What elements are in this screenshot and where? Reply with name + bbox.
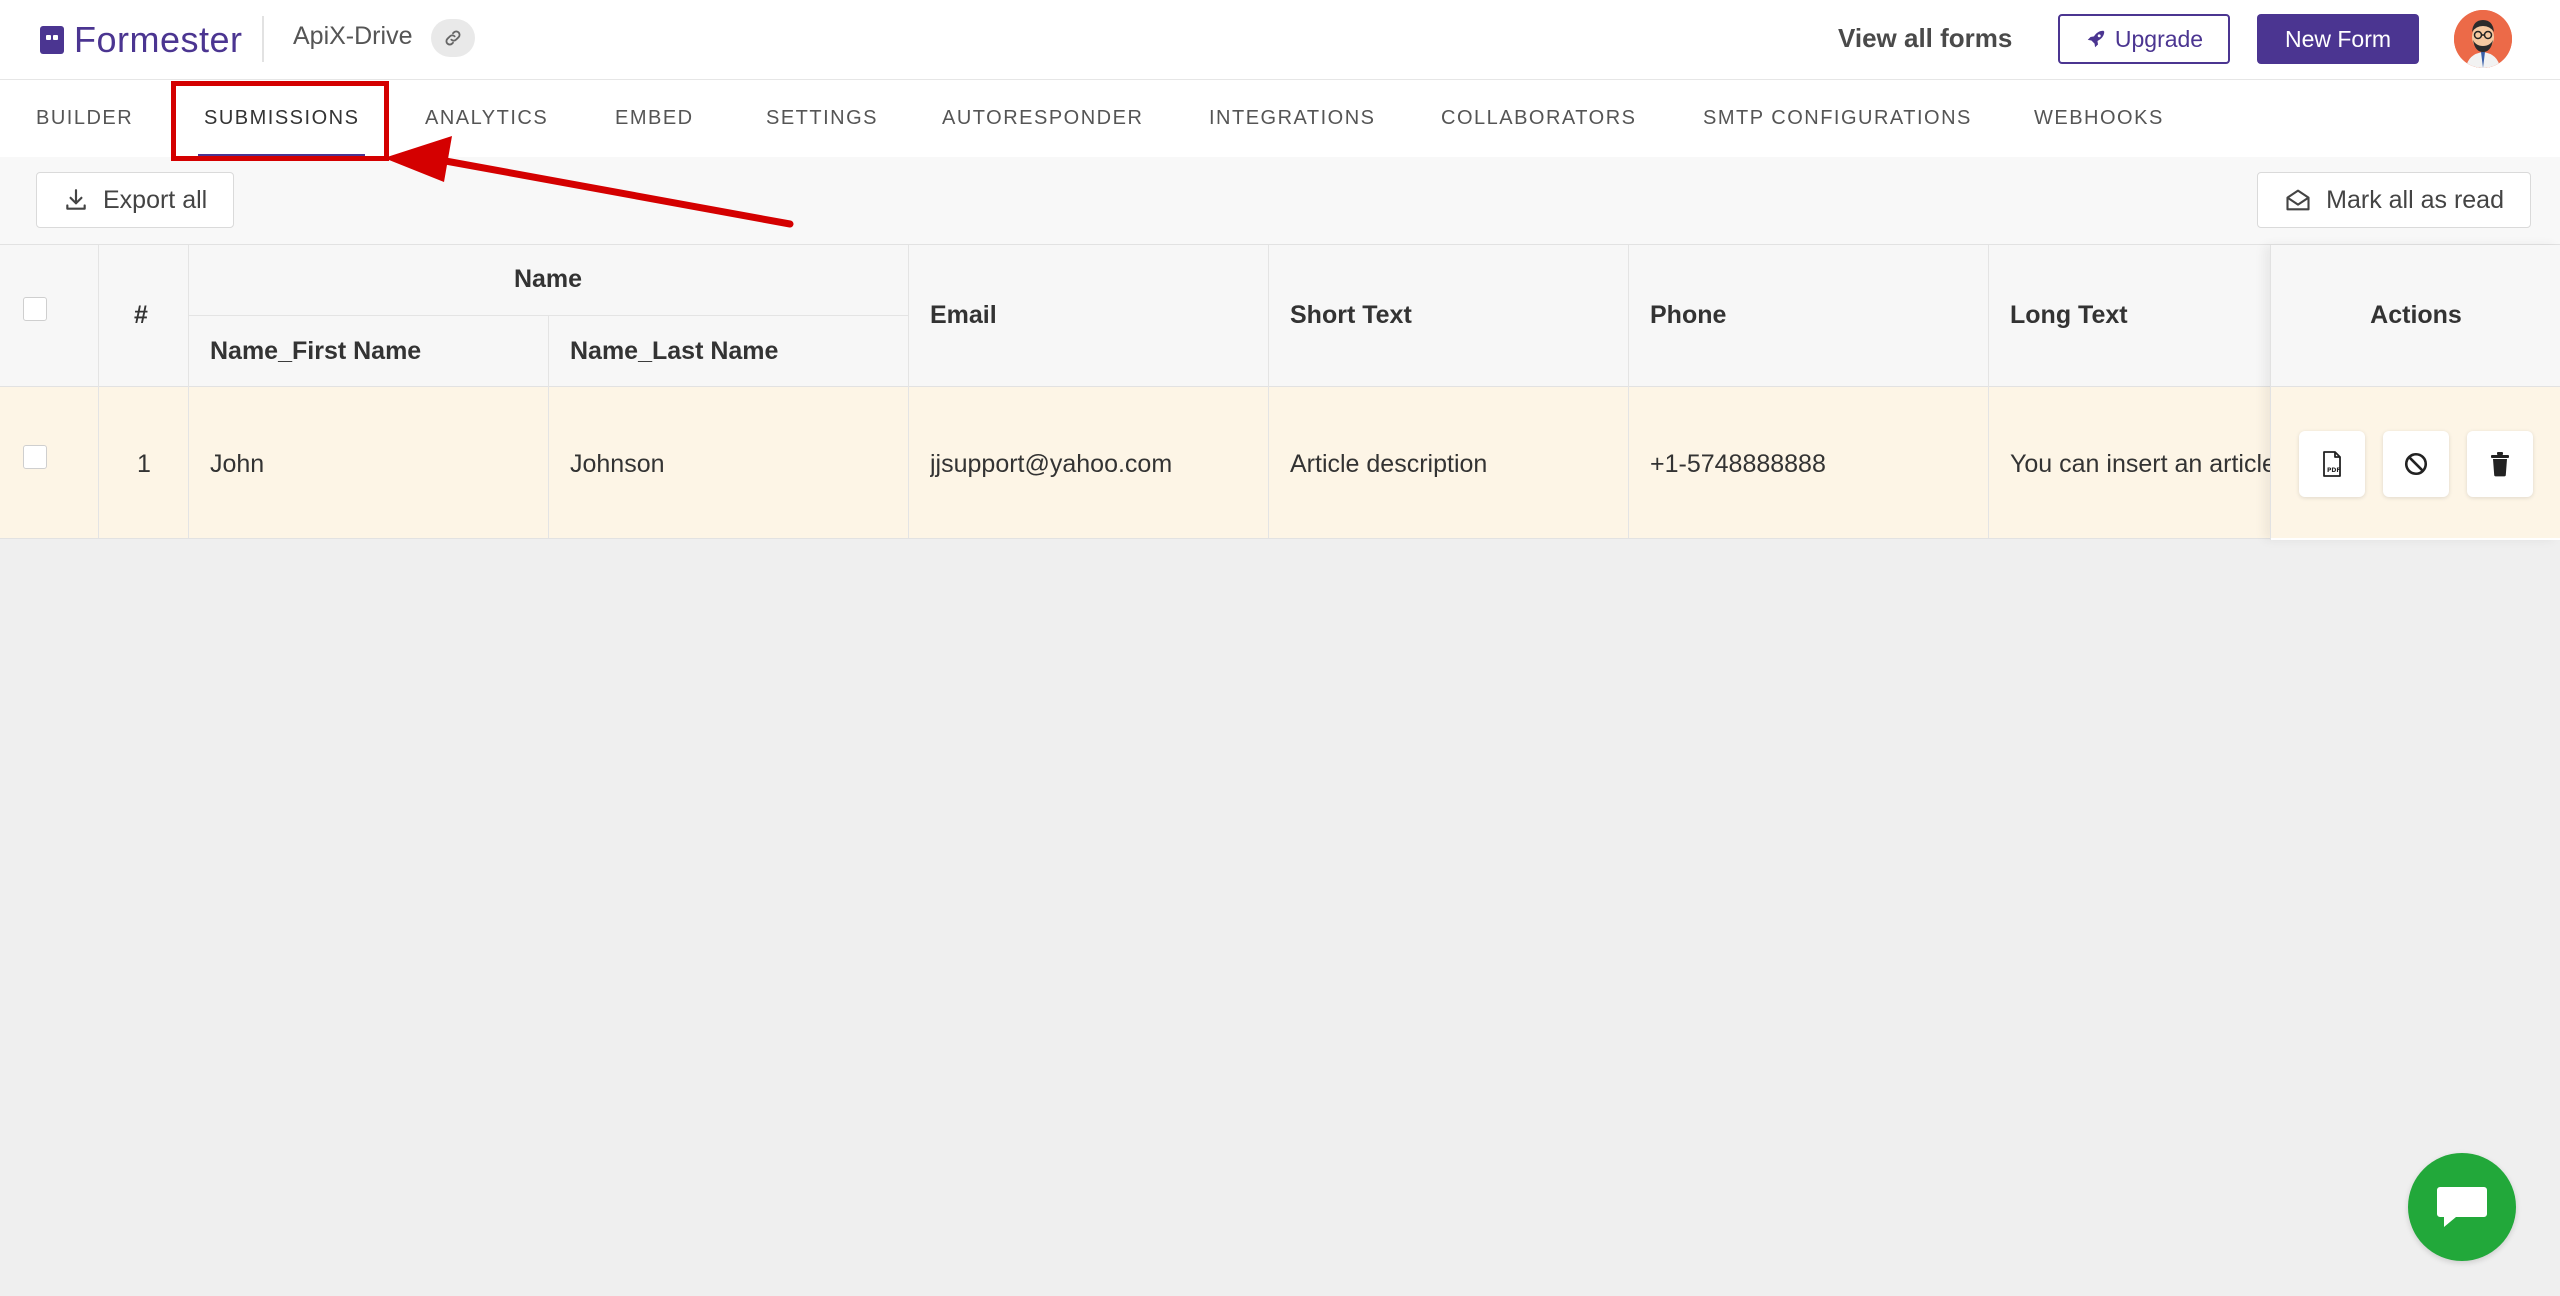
annotation-arrow-icon: [384, 136, 794, 228]
download-pdf-button[interactable]: PDF: [2299, 431, 2365, 497]
trash-icon: [2491, 452, 2509, 477]
download-icon: [66, 189, 86, 210]
live-chat-button[interactable]: [2408, 1153, 2516, 1261]
column-divider: [548, 315, 549, 538]
block-icon: [2404, 452, 2428, 476]
header-email: Email: [930, 301, 997, 329]
mark-all-as-read-button[interactable]: Mark all as read: [2257, 172, 2531, 228]
cell-email: jjsupport@yahoo.com: [930, 450, 1173, 478]
header-index: #: [134, 301, 148, 329]
chat-icon: [2437, 1187, 2487, 1227]
upgrade-label: Upgrade: [2114, 25, 2204, 52]
envelope-open-icon: [2286, 189, 2310, 211]
mark-spam-button[interactable]: [2383, 431, 2449, 497]
avatar-illustration-icon: [2454, 10, 2512, 68]
view-all-forms-link[interactable]: View all forms: [1838, 23, 2012, 54]
tab-smtp-configurations[interactable]: SMTP CONFIGURATIONS: [1703, 80, 1972, 157]
header-phone: Phone: [1650, 301, 1727, 329]
header-first-name: Name_First Name: [210, 337, 422, 365]
logo-text: Formester: [74, 19, 243, 60]
column-divider: [98, 245, 99, 538]
user-avatar[interactable]: [2454, 10, 2512, 68]
submissions-table: # Name Name_First Name Name_Last Name Em…: [0, 244, 2560, 540]
cell-last-name: Johnson: [570, 450, 665, 478]
rocket-icon: [2087, 30, 2105, 48]
column-divider: [1988, 245, 1989, 538]
header-actions: Actions: [2370, 301, 2462, 329]
tab-autoresponder[interactable]: AUTORESPONDER: [942, 80, 1143, 157]
export-all-label: Export all: [103, 185, 208, 214]
column-divider: [908, 245, 909, 538]
top-bar: Formester ApiX-Drive View all forms Upgr…: [0, 0, 2560, 80]
mark-all-as-read-label: Mark all as read: [2326, 185, 2504, 214]
tab-integrations[interactable]: INTEGRATIONS: [1209, 80, 1376, 157]
tab-builder[interactable]: BUILDER: [36, 80, 133, 157]
header-long-text: Long Text: [2010, 301, 2128, 329]
new-form-button[interactable]: New Form: [2257, 14, 2419, 64]
header-last-name: Name_Last Name: [570, 337, 779, 365]
actions-column: Actions PDF: [2270, 245, 2560, 540]
copy-link-button[interactable]: [431, 19, 475, 57]
cell-short-text: Article description: [1290, 450, 1488, 478]
annotation-highlight-box: [171, 81, 389, 161]
formester-logo[interactable]: Formester: [40, 19, 243, 60]
formester-logo-icon: [40, 26, 64, 54]
form-name: ApiX-Drive: [293, 22, 413, 50]
row-checkbox[interactable]: [23, 445, 47, 469]
pdf-icon: PDF: [2323, 451, 2341, 477]
column-divider: [1628, 245, 1629, 538]
tab-collaborators[interactable]: COLLABORATORS: [1441, 80, 1636, 157]
cell-long-text: You can insert an article: [2010, 450, 2270, 478]
delete-submission-button[interactable]: [2467, 431, 2533, 497]
tab-webhooks[interactable]: WEBHOOKS: [2034, 80, 2164, 157]
export-all-button[interactable]: Export all: [36, 172, 235, 228]
header-short-text: Short Text: [1290, 301, 1412, 329]
upgrade-button[interactable]: Upgrade: [2058, 14, 2230, 64]
header-name-group: Name: [513, 265, 583, 293]
cell-index: 1: [137, 450, 151, 478]
link-icon: [445, 30, 461, 46]
cell-phone: +1-5748888888: [1650, 450, 1826, 478]
cell-first-name: John: [210, 450, 265, 478]
column-divider: [1268, 245, 1269, 538]
header-group-divider: [188, 315, 908, 316]
select-all-checkbox[interactable]: [23, 297, 47, 321]
svg-text:PDF: PDF: [2327, 467, 2340, 474]
header-divider: [262, 16, 264, 62]
